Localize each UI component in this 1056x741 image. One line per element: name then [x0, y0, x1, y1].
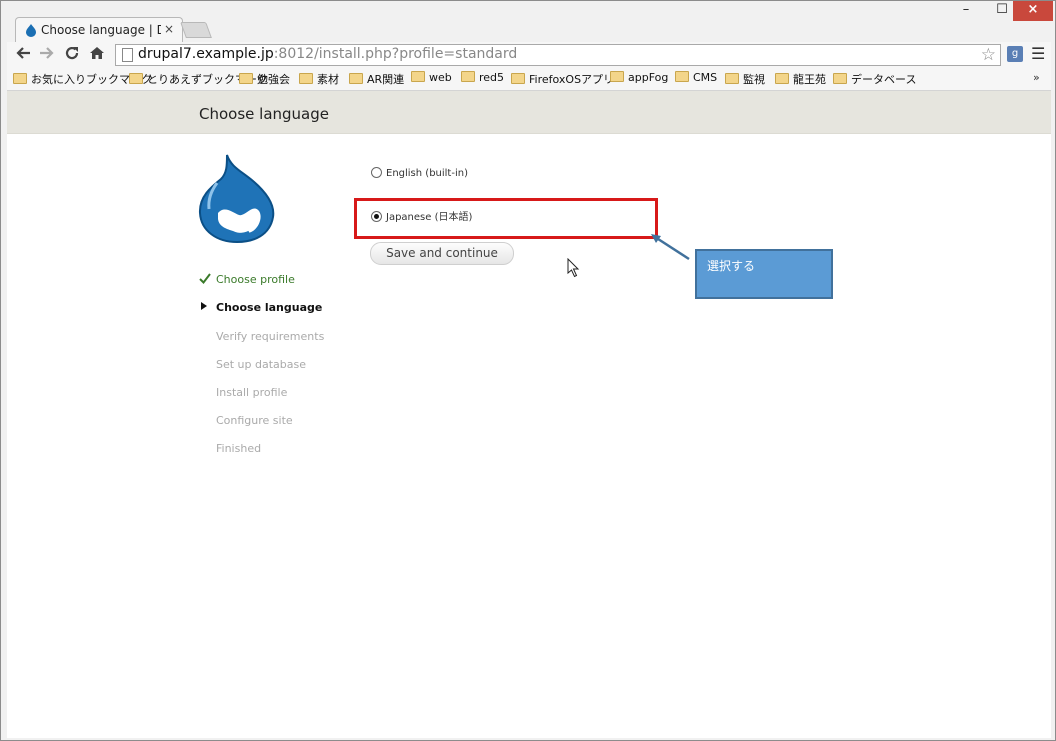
callout-text: 選択する: [707, 259, 756, 273]
new-tab-button[interactable]: [180, 22, 212, 38]
google-extension-icon[interactable]: g: [1007, 46, 1023, 62]
folder-icon: [13, 73, 27, 84]
bookmark-folder[interactable]: 龍王苑: [775, 71, 826, 87]
bookmark-folder[interactable]: 監視: [725, 71, 765, 87]
home-icon[interactable]: [87, 45, 107, 64]
url-text: drupal7.example.jp:8012/install.php?prof…: [138, 46, 518, 62]
address-bar[interactable]: drupal7.example.jp:8012/install.php?prof…: [115, 44, 1001, 66]
save-and-continue-button[interactable]: Save and continue: [370, 242, 514, 265]
bookmark-folder[interactable]: 素材: [299, 71, 339, 87]
toolbar: drupal7.example.jp:8012/install.php?prof…: [7, 42, 1051, 68]
folder-icon: [833, 73, 847, 84]
page-icon: [122, 48, 133, 62]
radio-button[interactable]: [371, 167, 382, 178]
folder-icon: [461, 71, 475, 82]
bookmarks-bar: お気に入りブックマーク とりあえずブックマーク 勉強会 素材 AR関連 web …: [7, 68, 1051, 91]
reload-icon[interactable]: [62, 45, 82, 65]
menu-icon[interactable]: ☰: [1031, 44, 1045, 63]
page-content: Choose language Choose profile Choose la…: [7, 91, 1051, 738]
drupal-logo-icon: [198, 154, 275, 243]
bookmark-folder[interactable]: CMS: [675, 71, 717, 84]
bookmark-folder[interactable]: 勉強会: [239, 71, 290, 87]
bookmark-folder[interactable]: データベース: [833, 71, 916, 87]
folder-icon: [239, 73, 253, 84]
folder-icon: [725, 73, 739, 84]
mouse-cursor-icon: [567, 258, 580, 278]
bookmark-folder[interactable]: appFog: [610, 71, 668, 84]
browser-tab[interactable]: Choose language | Drupal ×: [15, 17, 183, 44]
triangle-right-icon: [199, 301, 213, 314]
folder-icon: [299, 73, 313, 84]
annotation-arrow-icon: [651, 234, 690, 261]
annotation-highlight-box: [354, 198, 658, 239]
folder-icon: [775, 73, 789, 84]
checkmark-icon: [199, 273, 213, 287]
radio-english[interactable]: English (built-in): [371, 167, 468, 179]
page-title: Choose language: [199, 105, 329, 123]
minimize-button[interactable]: –: [951, 1, 981, 21]
tab-title: Choose language | Drupal: [41, 23, 161, 37]
folder-icon: [675, 71, 689, 82]
forward-icon[interactable]: [37, 45, 57, 64]
bookmark-folder[interactable]: web: [411, 71, 452, 84]
browser-window: – ☐ × Choose language | Drupal × drupal7…: [0, 0, 1056, 741]
folder-icon: [511, 73, 525, 84]
folder-icon: [129, 73, 143, 84]
bookmark-folder[interactable]: FirefoxOSアプリ: [511, 71, 614, 87]
page-header: Choose language: [7, 91, 1051, 134]
bookmark-folder[interactable]: AR関連: [349, 71, 404, 87]
back-icon[interactable]: [13, 45, 33, 64]
tab-close-icon[interactable]: ×: [164, 22, 174, 36]
window-close-button[interactable]: ×: [1013, 1, 1053, 21]
bookmark-star-icon[interactable]: ☆: [981, 45, 996, 65]
folder-icon: [349, 73, 363, 84]
folder-icon: [610, 71, 624, 82]
drupal-favicon-icon: [26, 24, 36, 37]
annotation-callout: 選択する: [695, 249, 833, 299]
bookmarks-overflow-icon[interactable]: »: [1033, 71, 1040, 84]
bookmark-folder[interactable]: red5: [461, 71, 504, 84]
folder-icon: [411, 71, 425, 82]
